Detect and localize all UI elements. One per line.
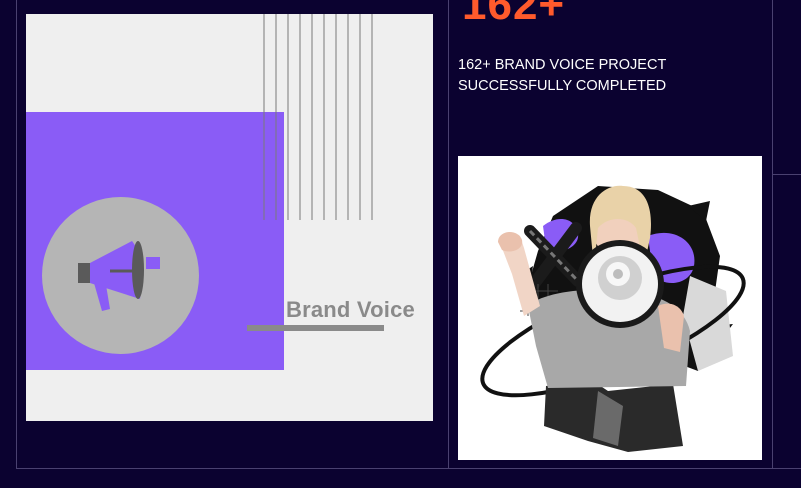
- megaphone-icon: [78, 241, 160, 311]
- frame-line-left: [16, 0, 17, 469]
- brand-voice-illustration: Brand Voice: [26, 14, 433, 421]
- frame-line-right: [772, 0, 773, 469]
- stat-number: 162+: [462, 0, 566, 29]
- photo-illustration: [480, 185, 746, 452]
- frame-line-right-h: [772, 174, 801, 175]
- frame-line-middle: [448, 0, 449, 469]
- brand-underline: [247, 325, 384, 331]
- woman-with-megaphone-image: [458, 156, 762, 460]
- decorative-lines: [263, 14, 373, 220]
- icon-circle: [42, 197, 199, 354]
- stat-description: 162+ BRAND VOICE PROJECT SUCCESSFULLY CO…: [458, 57, 667, 94]
- brand-voice-label: Brand Voice: [286, 297, 415, 322]
- frame-line-bottom: [16, 468, 801, 469]
